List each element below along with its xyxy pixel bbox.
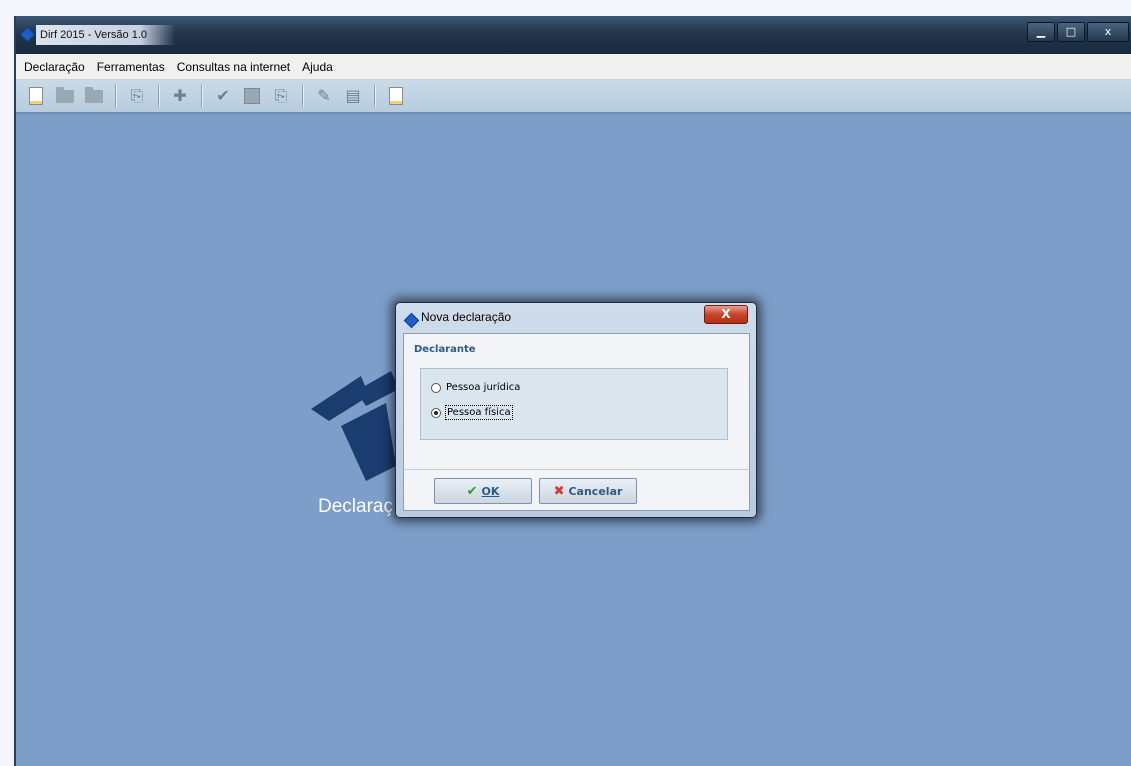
menu-ajuda[interactable]: Ajuda [302, 60, 333, 74]
minimize-button[interactable]: ▁ [1027, 22, 1055, 42]
toolbar-separator [201, 85, 203, 107]
radio-button-unchecked[interactable] [431, 382, 441, 393]
maximize-button[interactable]: □ [1057, 22, 1085, 42]
folder-icon[interactable] [84, 86, 104, 106]
title-bar[interactable]: Dirf 2015 - Versão 1.0 ▁ □ x [16, 16, 1131, 54]
dialog-title: Nova declaração [421, 310, 512, 324]
ok-button-label: OK [481, 484, 500, 498]
copy-declaration-icon[interactable]: ⎘ [127, 86, 147, 106]
toolbar-separator [158, 85, 160, 107]
background-title-text: Declaraç [318, 496, 393, 517]
radio-label-pessoa-juridica: Pessoa jurídica [446, 382, 521, 393]
transmit-icon[interactable]: ⎘ [271, 86, 291, 106]
menu-declaracao[interactable]: Declaração [24, 60, 85, 74]
dialog-body: Declarante Pessoa jurídica Pessoa física [403, 333, 750, 470]
menu-consultas[interactable]: Consultas na internet [177, 60, 290, 74]
stop-icon[interactable] [242, 86, 262, 106]
dialog-footer: ✔ OK ✖ Cancelar [403, 469, 750, 511]
new-document-icon[interactable] [26, 86, 46, 106]
close-button[interactable]: x [1087, 22, 1129, 42]
check-icon: ✔ [466, 483, 478, 499]
radio-pessoa-juridica[interactable]: Pessoa jurídica [431, 381, 521, 394]
tools-icon[interactable]: ✎ [314, 86, 334, 106]
ok-button[interactable]: ✔ OK [434, 478, 532, 504]
menu-bar: Declaração Ferramentas Consultas na inte… [16, 54, 1131, 80]
calculator-icon[interactable]: ▤ [343, 86, 363, 106]
declarante-group-label: Declarante [414, 344, 476, 355]
receita-logo [311, 371, 399, 481]
toolbar: ⎘ ✚ ✔ ⎘ ✎ ▤ [16, 80, 1131, 114]
declarante-group-box: Pessoa jurídica Pessoa física [420, 368, 728, 440]
menu-ferramentas[interactable]: Ferramentas [97, 60, 165, 74]
window-title: Dirf 2015 - Versão 1.0 [36, 25, 176, 45]
dialog-app-icon [403, 312, 420, 329]
dialog-close-button[interactable]: X [704, 305, 748, 324]
cancel-x-icon: ✖ [553, 483, 565, 499]
toolbar-separator [302, 85, 304, 107]
cancel-button[interactable]: ✖ Cancelar [539, 478, 637, 504]
report-icon[interactable] [386, 86, 406, 106]
toolbar-separator [374, 85, 376, 107]
verify-check-icon[interactable]: ✔ [213, 86, 233, 106]
import-icon[interactable]: ✚ [170, 86, 190, 106]
radio-label-pessoa-fisica: Pessoa física [445, 405, 513, 420]
new-declaration-dialog: Nova declaração X Declarante Pessoa jurí… [395, 302, 757, 518]
radio-pessoa-fisica[interactable]: Pessoa física [431, 405, 513, 420]
main-window: Dirf 2015 - Versão 1.0 ▁ □ x Declaração … [14, 16, 1131, 766]
radio-button-checked[interactable] [431, 407, 441, 418]
cancel-button-label: Cancelar [568, 484, 623, 498]
window-controls: ▁ □ x [1027, 22, 1129, 42]
open-folder-icon[interactable] [55, 86, 75, 106]
toolbar-separator [115, 85, 117, 107]
